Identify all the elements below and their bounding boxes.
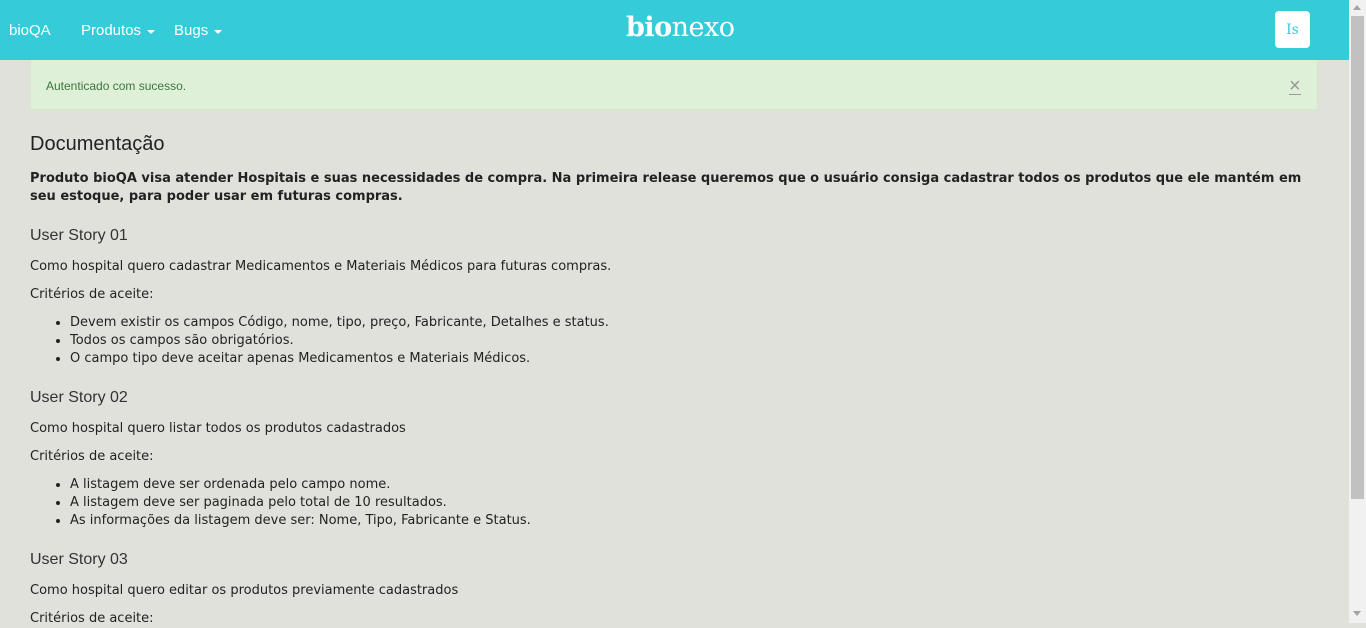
list-item: O campo tipo deve aceitar apenas Medicam…	[70, 350, 1320, 368]
bugs-menu-label: Bugs	[174, 22, 209, 39]
top-navbar: bioQA Produtos Bugs bionexo Is	[0, 0, 1349, 60]
intro-paragraph: Produto bioQA visa atender Hospitais e s…	[30, 171, 1302, 204]
story-03-title: User Story 03	[30, 551, 128, 568]
produtos-menu[interactable]: Produtos	[81, 22, 156, 39]
list-item: Todos os campos são obrigatórios.	[70, 332, 1320, 350]
story-02-title: User Story 02	[30, 389, 128, 406]
story-01-criteria-label: Critérios de aceite:	[30, 287, 154, 302]
bionexo-logo: bionexo	[626, 14, 735, 41]
story-02-description: Como hospital quero listar todos os prod…	[30, 421, 406, 436]
page-title: Documentação	[30, 133, 165, 155]
story-02-criteria-label: Critérios de aceite:	[30, 449, 154, 464]
user-avatar-button[interactable]: Is	[1275, 11, 1310, 48]
story-01-description: Como hospital quero cadastrar Medicament…	[30, 259, 612, 274]
story-02-criteria-list: A listagem deve ser ordenada pelo campo …	[30, 476, 1320, 530]
story-03-criteria-label: Critérios de aceite:	[30, 611, 154, 626]
story-01-title: User Story 01	[30, 227, 128, 244]
story-01-criteria-list: Devem existir os campos Código, nome, ti…	[30, 314, 1320, 368]
alert-message: Autenticado com sucesso.	[46, 79, 187, 93]
list-item: A listagem deve ser ordenada pelo campo …	[70, 476, 1320, 494]
documentation-content: Documentação Produto bioQA visa atender …	[30, 130, 1320, 628]
list-item: A listagem deve ser paginada pelo total …	[70, 494, 1320, 512]
list-item: Devem existir os campos Código, nome, ti…	[70, 314, 1320, 332]
scroll-down-arrow-icon[interactable]	[1353, 611, 1361, 616]
brand-link[interactable]: bioQA	[9, 22, 51, 39]
bugs-menu[interactable]: Bugs	[174, 22, 223, 39]
produtos-menu-label: Produtos	[81, 22, 142, 39]
success-alert: Autenticado com sucesso. ×	[30, 60, 1318, 110]
caret-down-icon	[147, 29, 156, 34]
logo-light-part: nexo	[671, 12, 735, 43]
scroll-up-arrow-icon[interactable]	[1353, 5, 1361, 10]
caret-down-icon	[214, 29, 223, 34]
list-item: As informações da listagem deve ser: Nom…	[70, 512, 1320, 530]
alert-close-button[interactable]: ×	[1289, 76, 1301, 96]
story-03-description: Como hospital quero editar os produtos p…	[30, 583, 459, 598]
logo-bold-part: bio	[626, 12, 672, 43]
scrollbar-thumb[interactable]	[1351, 16, 1364, 499]
